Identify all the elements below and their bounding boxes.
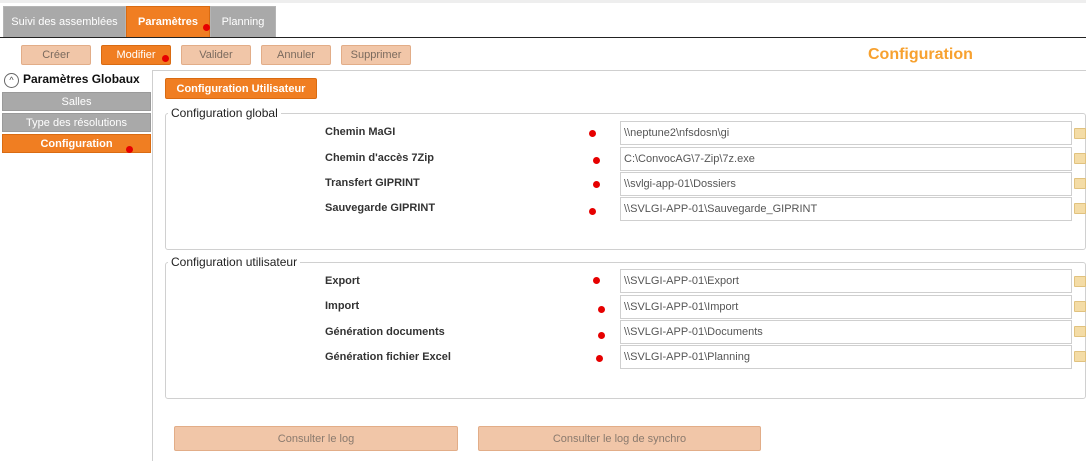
field-label: Chemin d'accès 7Zip bbox=[325, 152, 434, 164]
tab-parametres[interactable]: Paramètres bbox=[126, 6, 210, 37]
folder-icon[interactable] bbox=[1074, 351, 1086, 362]
field-label: Transfert GIPRINT bbox=[325, 177, 420, 189]
marker-dot bbox=[589, 130, 596, 137]
sauvegarde-giprint-input[interactable] bbox=[620, 197, 1072, 221]
modify-button[interactable]: Modifier bbox=[101, 45, 171, 65]
user-config-legend: Configuration utilisateur bbox=[171, 255, 298, 269]
folder-icon[interactable] bbox=[1074, 276, 1086, 287]
sidebar-item-salles[interactable]: Salles bbox=[2, 92, 151, 111]
marker-dot bbox=[593, 157, 600, 164]
field-label: Génération fichier Excel bbox=[325, 351, 451, 363]
chevron-up-icon[interactable]: ^ bbox=[4, 73, 19, 88]
transfert-giprint-input[interactable] bbox=[620, 172, 1072, 196]
marker-dot bbox=[589, 208, 596, 215]
tab-planning[interactable]: Planning bbox=[210, 6, 276, 37]
create-button[interactable]: Créer bbox=[21, 45, 91, 65]
page-title: Configuration bbox=[868, 46, 973, 63]
folder-icon[interactable] bbox=[1074, 326, 1086, 337]
folder-icon[interactable] bbox=[1074, 153, 1086, 164]
marker-dot bbox=[596, 355, 603, 362]
delete-button[interactable]: Supprimer bbox=[341, 45, 411, 65]
global-config-legend: Configuration global bbox=[171, 106, 278, 120]
tab-suivi-des-assemblees[interactable]: Suivi des assemblées bbox=[3, 6, 126, 37]
marker-dot bbox=[593, 181, 600, 188]
marker-dot bbox=[126, 146, 133, 153]
import-input[interactable] bbox=[620, 295, 1072, 319]
marker-dot bbox=[598, 306, 605, 313]
field-label: Import bbox=[325, 300, 360, 312]
generation-documents-input[interactable] bbox=[620, 320, 1072, 344]
folder-icon[interactable] bbox=[1074, 203, 1086, 214]
sidebar-group-header[interactable]: ^ Paramètres Globaux bbox=[4, 70, 152, 90]
folder-icon[interactable] bbox=[1074, 178, 1086, 189]
marker-dot bbox=[162, 55, 169, 62]
top-strip bbox=[0, 0, 1086, 3]
folder-icon[interactable] bbox=[1074, 128, 1086, 139]
app-window: Suivi des assemblées Paramètres Planning… bbox=[0, 0, 1086, 461]
sidebar-group-label: Paramètres Globaux bbox=[23, 72, 140, 86]
field-label: Sauvegarde GIPRINT bbox=[325, 202, 436, 214]
marker-dot bbox=[598, 332, 605, 339]
marker-dot bbox=[593, 277, 600, 284]
chemin-7zip-input[interactable] bbox=[620, 147, 1072, 171]
sidebar-item-type-des-resolutions[interactable]: Type des résolutions bbox=[2, 113, 151, 132]
consult-log-button[interactable]: Consulter le log bbox=[174, 426, 458, 451]
cancel-button[interactable]: Annuler bbox=[261, 45, 331, 65]
chemin-magi-input[interactable] bbox=[620, 121, 1072, 145]
validate-button[interactable]: Valider bbox=[181, 45, 251, 65]
configuration-utilisateur-button[interactable]: Configuration Utilisateur bbox=[165, 78, 317, 99]
marker-dot bbox=[203, 24, 210, 31]
consult-sync-log-button[interactable]: Consulter le log de synchro bbox=[478, 426, 761, 451]
generation-fichier-excel-input[interactable] bbox=[620, 345, 1072, 369]
export-input[interactable] bbox=[620, 269, 1072, 293]
field-label: Export bbox=[325, 275, 360, 287]
tab-divider bbox=[0, 37, 1086, 38]
folder-icon[interactable] bbox=[1074, 301, 1086, 312]
field-label: Génération documents bbox=[325, 326, 445, 338]
field-label: Chemin MaGI bbox=[325, 126, 396, 138]
